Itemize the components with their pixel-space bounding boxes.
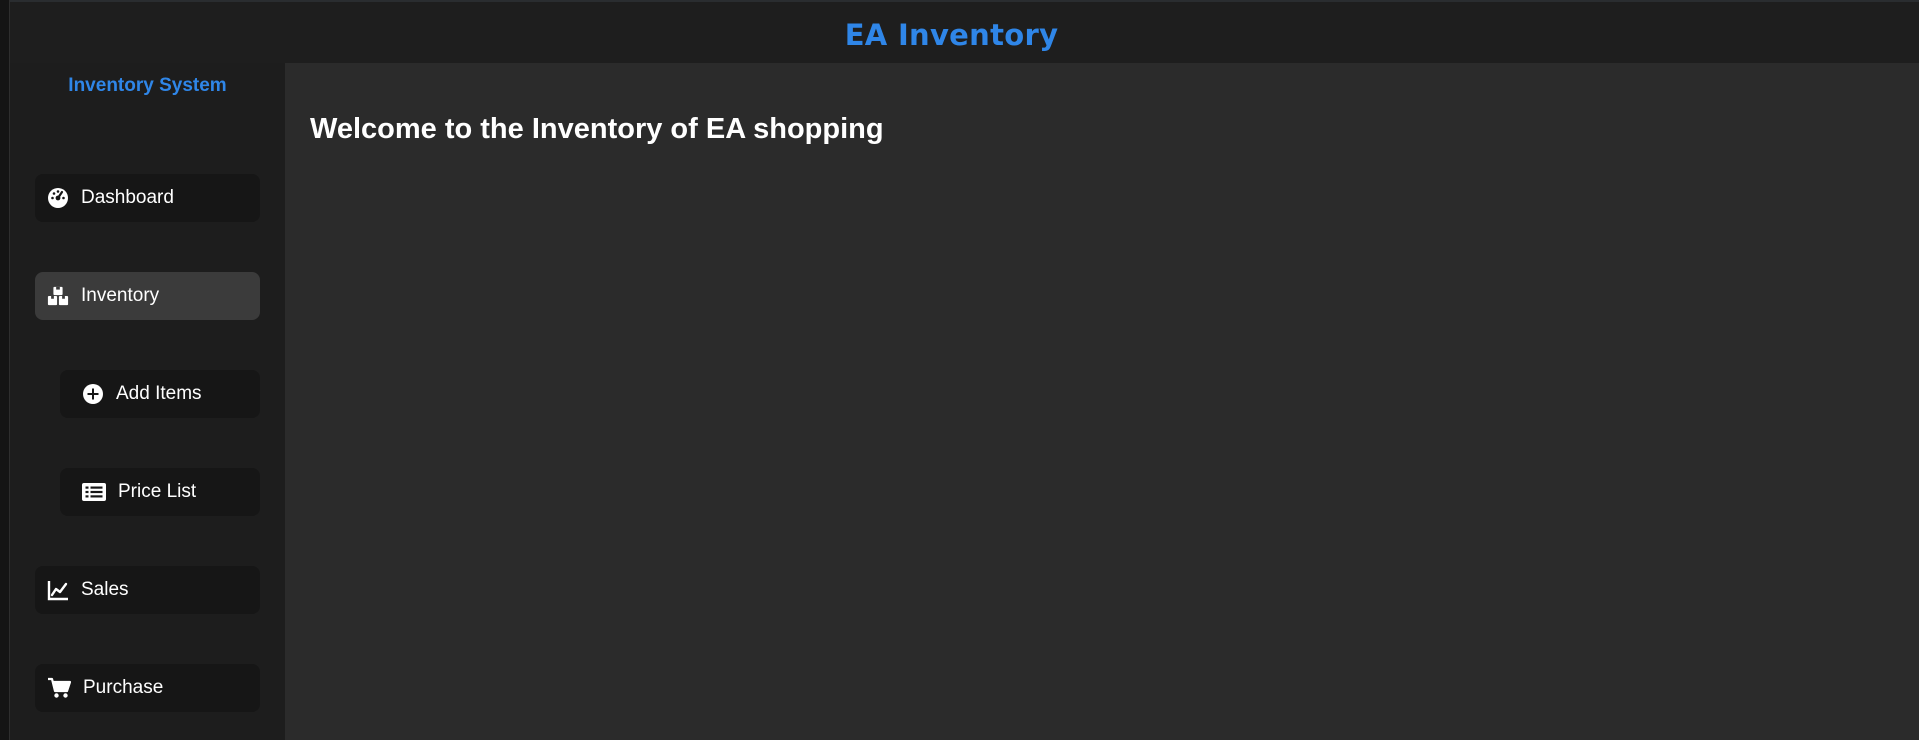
- dashboard-gauge-icon: [47, 187, 69, 209]
- sidebar-item-label: Purchase: [83, 677, 164, 698]
- sidebar-item-dashboard[interactable]: Dashboard: [35, 174, 260, 222]
- sidebar-item-sales[interactable]: Sales: [35, 566, 260, 614]
- sidebar-item-inventory[interactable]: Inventory: [35, 272, 260, 320]
- main-content: Welcome to the Inventory of EA shopping: [285, 63, 1919, 740]
- app-title: EA Inventory: [844, 17, 1059, 52]
- top-header: EA Inventory: [10, 0, 1919, 63]
- list-icon: [82, 481, 106, 503]
- sidebar-item-label: Price List: [118, 481, 197, 502]
- sidebar-item-label: Inventory: [81, 285, 160, 306]
- sidebar-item-label: Add Items: [116, 383, 202, 404]
- sidebar-item-purchase[interactable]: Purchase: [35, 664, 260, 712]
- window-edge: [0, 0, 10, 740]
- line-chart-icon: [47, 579, 69, 601]
- boxes-icon: [47, 285, 69, 307]
- plus-circle-icon: [82, 383, 104, 405]
- sidebar: Inventory System Dashboard Inventory Add…: [10, 63, 285, 740]
- sidebar-item-label: Dashboard: [81, 187, 174, 208]
- sidebar-item-price-list[interactable]: Price List: [60, 468, 260, 516]
- page-title: Welcome to the Inventory of EA shopping: [310, 113, 884, 145]
- app-window: EA Inventory Inventory System Dashboard: [0, 0, 1919, 740]
- sidebar-item-label: Sales: [81, 579, 129, 600]
- sidebar-brand: Inventory System: [68, 75, 227, 96]
- sidebar-item-add-items[interactable]: Add Items: [60, 370, 260, 418]
- cart-icon: [47, 677, 71, 699]
